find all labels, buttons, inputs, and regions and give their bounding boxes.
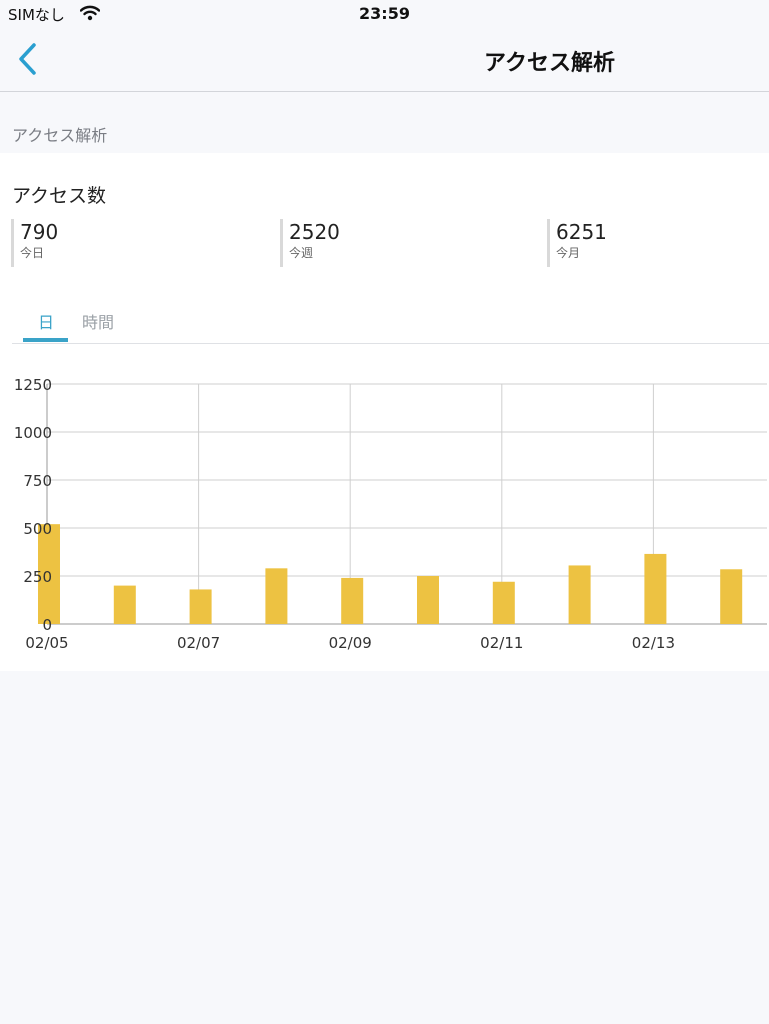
bar-02/06 [113, 585, 136, 624]
stat-label: 今日 [20, 246, 45, 260]
bar-02/11 [492, 581, 515, 624]
x-tick-label: 02/11 [480, 634, 523, 652]
status-bar: SIMなし 23:59 [0, 0, 769, 28]
card-title: アクセス数 [12, 185, 107, 207]
bar-02/09 [341, 577, 364, 624]
stat-today: 790 今日 [11, 219, 58, 267]
section-header: アクセス解析 [12, 126, 108, 145]
stat-label: 今週 [289, 246, 314, 260]
period-tabs: 日 時間 [12, 301, 769, 344]
y-tick-label: 250 [23, 568, 52, 586]
x-tick-label: 02/13 [632, 634, 675, 652]
status-time: 23:59 [359, 4, 410, 23]
y-tick-label: 750 [23, 472, 52, 490]
y-tick-label: 0 [42, 616, 52, 634]
x-tick-label: 02/09 [329, 634, 372, 652]
bar-02/14 [720, 569, 743, 624]
stat-label: 今月 [556, 246, 581, 260]
stat-value: 2520 [289, 220, 340, 244]
x-tick-label: 02/07 [177, 634, 220, 652]
bar-02/07 [189, 589, 212, 624]
stat-this-week: 2520 今週 [280, 219, 340, 267]
access-card: アクセス数 790 今日 2520 今週 6251 今月 日 時間 0 250 50… [0, 153, 769, 671]
stat-value: 790 [20, 220, 59, 244]
bar-02/10 [417, 576, 439, 624]
bar-02/08 [265, 568, 288, 624]
bar-02/12 [568, 565, 591, 624]
tab-hour[interactable]: 時間 [82, 309, 114, 333]
stat-this-month: 6251 今月 [547, 219, 607, 267]
access-bar-chart: 0 250 500 750 1000 1250 02/05 02/07 02/09 02/11 02… [14, 376, 767, 652]
stat-value: 6251 [556, 220, 607, 244]
navigation-bar: アクセス解析 [0, 28, 769, 92]
y-tick-label: 1000 [14, 424, 52, 442]
tab-day[interactable]: 日 [38, 309, 54, 333]
page-title: アクセス解析 [484, 51, 615, 76]
bar-02/13 [644, 553, 667, 624]
y-tick-label: 500 [23, 520, 52, 538]
y-tick-label: 1250 [14, 376, 52, 394]
x-tick-label: 02/05 [25, 634, 68, 652]
active-tab-indicator [23, 338, 68, 342]
